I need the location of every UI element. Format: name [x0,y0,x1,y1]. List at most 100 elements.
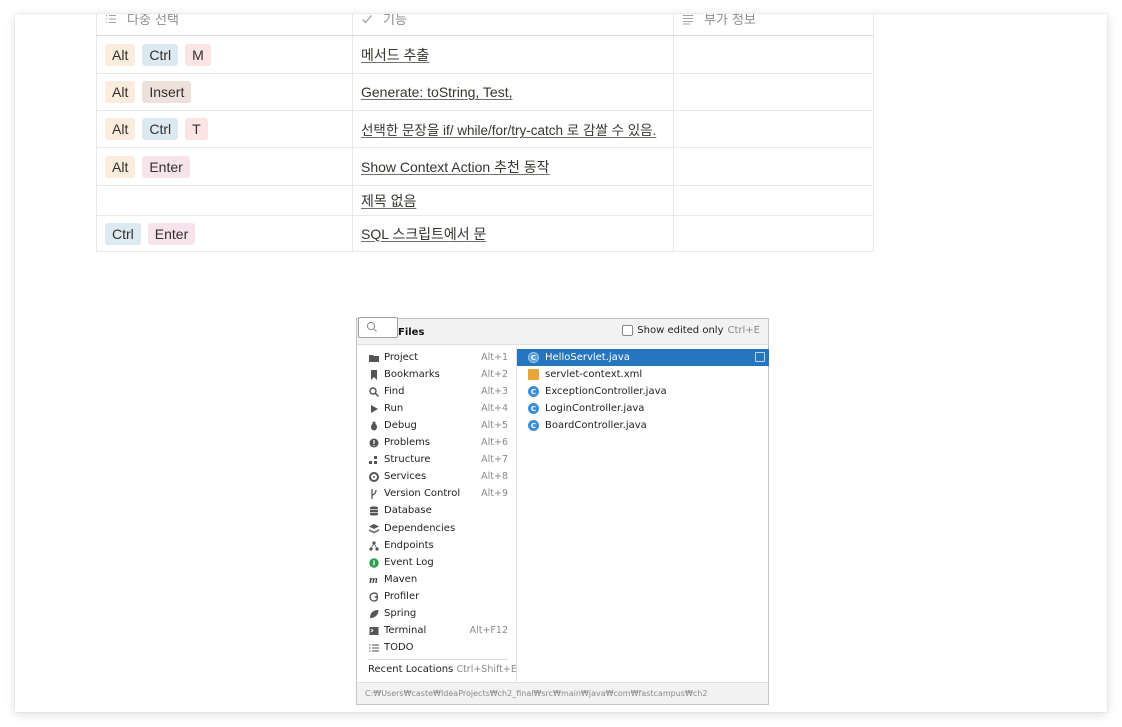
tool-window-label: Profiler [384,591,420,602]
database-icon [368,505,379,516]
search-icon [368,386,379,397]
tool-window-item-debug[interactable]: Debug Alt+5 [368,417,508,434]
tool-window-item-todo[interactable]: TODO [368,639,508,656]
checkmark-icon [361,14,379,25]
extra-cell[interactable] [674,74,874,110]
shortcut-table: 다중 선택 기능 부가 정보 Alt Ctrl M 메서드 추출 Alt Ins… [96,14,874,252]
tool-window-shortcut: Alt+8 [481,471,508,482]
tool-window-item-version-control[interactable]: Version Control Alt+9 [368,485,508,502]
tag-t: T [185,118,208,140]
file-item[interactable]: servlet-context.xml [517,366,769,383]
show-edited-label: Show edited only [637,325,724,336]
header-extra-info[interactable]: 부가 정보 [674,14,874,35]
tool-window-item-services[interactable]: Services Alt+8 [368,468,508,485]
java-class-icon: C [528,420,539,431]
feature-link[interactable]: Generate: toString, Test, [361,84,513,100]
tool-window-label: Event Log [384,557,434,568]
header-multi-select[interactable]: 다중 선택 [96,14,353,35]
extra-cell[interactable] [674,111,874,147]
tool-window-item-spring[interactable]: Spring [368,605,508,622]
list-divider [368,659,508,660]
extra-cell[interactable] [674,186,874,215]
table-row[interactable]: Ctrl Enter SQL 스크립트에서 문 [96,216,874,252]
switcher-search-input[interactable] [358,317,398,338]
tags-cell[interactable]: Alt Enter [96,148,353,185]
tag-m: M [185,43,211,66]
tool-window-label: Project [384,352,419,363]
recent-files-list: C HelloServlet.java servlet-context.xml … [517,346,769,683]
feature-cell[interactable]: 제목 없음 [353,186,674,215]
table-row[interactable]: 제목 없음 [96,186,874,216]
feature-cell[interactable]: 메서드 추출 [353,36,674,73]
switcher-header: Files Show edited only Ctrl+E [357,317,768,345]
header-feature[interactable]: 기능 [353,14,674,35]
tool-window-item-event-log[interactable]: Event Log [368,554,508,571]
extra-cell[interactable] [674,148,874,185]
file-item[interactable]: C BoardController.java [517,417,769,434]
files-title: Files [398,327,425,338]
feature-cell[interactable]: Generate: toString, Test, [353,74,674,110]
spring-icon [368,608,379,619]
tool-window-label: Debug [384,420,417,431]
structure-icon [368,454,379,465]
show-edited-checkbox[interactable] [622,325,634,336]
recent-locations-item[interactable]: Recent Locations Ctrl+Shift+E [368,664,517,675]
tag-alt: Alt [105,118,136,140]
tags-cell[interactable]: Alt Ctrl T [96,111,353,147]
text-lines-icon [682,14,700,25]
folder-icon [368,352,379,363]
page-card: 다중 선택 기능 부가 정보 Alt Ctrl M 메서드 추출 Alt Ins… [15,14,1107,712]
file-name: servlet-context.xml [545,369,643,380]
tag-alt: Alt [105,81,136,103]
tool-window-item-bookmarks[interactable]: Bookmarks Alt+2 [368,366,508,383]
tool-window-item-find[interactable]: Find Alt+3 [368,383,508,400]
recent-locations-shortcut: Ctrl+Shift+E [456,664,517,675]
tool-window-label: Database [384,505,432,516]
tags-cell[interactable]: Alt Insert [96,74,353,110]
tool-window-item-maven[interactable]: m Maven [368,571,508,588]
table-header-row: 다중 선택 기능 부가 정보 [96,14,874,36]
tool-window-label: Version Control [384,488,461,499]
feature-link[interactable]: Show Context Action 추천 동작 [361,157,550,177]
tool-window-item-profiler[interactable]: Profiler [368,588,508,605]
file-item[interactable]: C LoginController.java [517,400,769,417]
recent-locations-label: Recent Locations [368,664,454,675]
file-item[interactable]: C ExceptionController.java [517,383,769,400]
tool-window-item-terminal[interactable]: Terminal Alt+F12 [368,622,508,639]
feature-link[interactable]: 선택한 문장을 if/ while/for/try-catch 로 감쌀 수 있… [361,119,656,139]
feature-cell[interactable]: 선택한 문장을 if/ while/for/try-catch 로 감쌀 수 있… [353,111,674,147]
tool-window-item-endpoints[interactable]: Endpoints [368,537,508,554]
tags-cell[interactable] [96,186,353,215]
warning-icon [368,437,379,448]
feature-link[interactable]: 메서드 추출 [361,45,429,65]
maven-icon: m [369,573,378,586]
tool-window-item-problems[interactable]: Problems Alt+6 [368,434,508,451]
extra-cell[interactable] [674,36,874,73]
show-edited-only-toggle[interactable]: Show edited only Ctrl+E [622,325,760,336]
extra-cell[interactable] [674,216,874,251]
file-item-selected[interactable]: C HelloServlet.java [517,349,769,366]
tool-window-shortcut: Alt+5 [481,420,508,431]
tool-window-item-run[interactable]: Run Alt+4 [368,400,508,417]
tool-window-item-project[interactable]: Project Alt+1 [368,349,508,366]
tool-window-label: Dependencies [384,523,456,534]
feature-link[interactable]: 제목 없음 [361,191,416,211]
feature-cell[interactable]: SQL 스크립트에서 문 [353,216,674,251]
table-row[interactable]: Alt Ctrl M 메서드 추출 [96,36,874,74]
tag-insert: Insert [142,81,192,103]
tags-cell[interactable]: Alt Ctrl M [96,36,353,73]
tool-window-item-database[interactable]: Database [368,502,508,519]
feature-cell[interactable]: Show Context Action 추천 동작 [353,148,674,185]
tool-window-item-dependencies[interactable]: Dependencies [368,520,508,537]
table-row[interactable]: Alt Enter Show Context Action 추천 동작 [96,148,874,186]
ide-switcher-popup: Files Show edited only Ctrl+E Project Al… [356,317,769,705]
pin-icon[interactable] [755,352,765,362]
tool-window-shortcut: Alt+F12 [469,625,508,636]
tool-window-item-structure[interactable]: Structure Alt+7 [368,451,508,468]
table-row[interactable]: Alt Ctrl T 선택한 문장을 if/ while/for/try-cat… [96,111,874,148]
table-row[interactable]: Alt Insert Generate: toString, Test, [96,74,874,111]
feature-link[interactable]: SQL 스크립트에서 문 [361,224,486,244]
tag-ctrl: Ctrl [105,222,141,245]
tags-cell[interactable]: Ctrl Enter [96,216,353,251]
tool-window-shortcut: Alt+7 [481,454,508,465]
